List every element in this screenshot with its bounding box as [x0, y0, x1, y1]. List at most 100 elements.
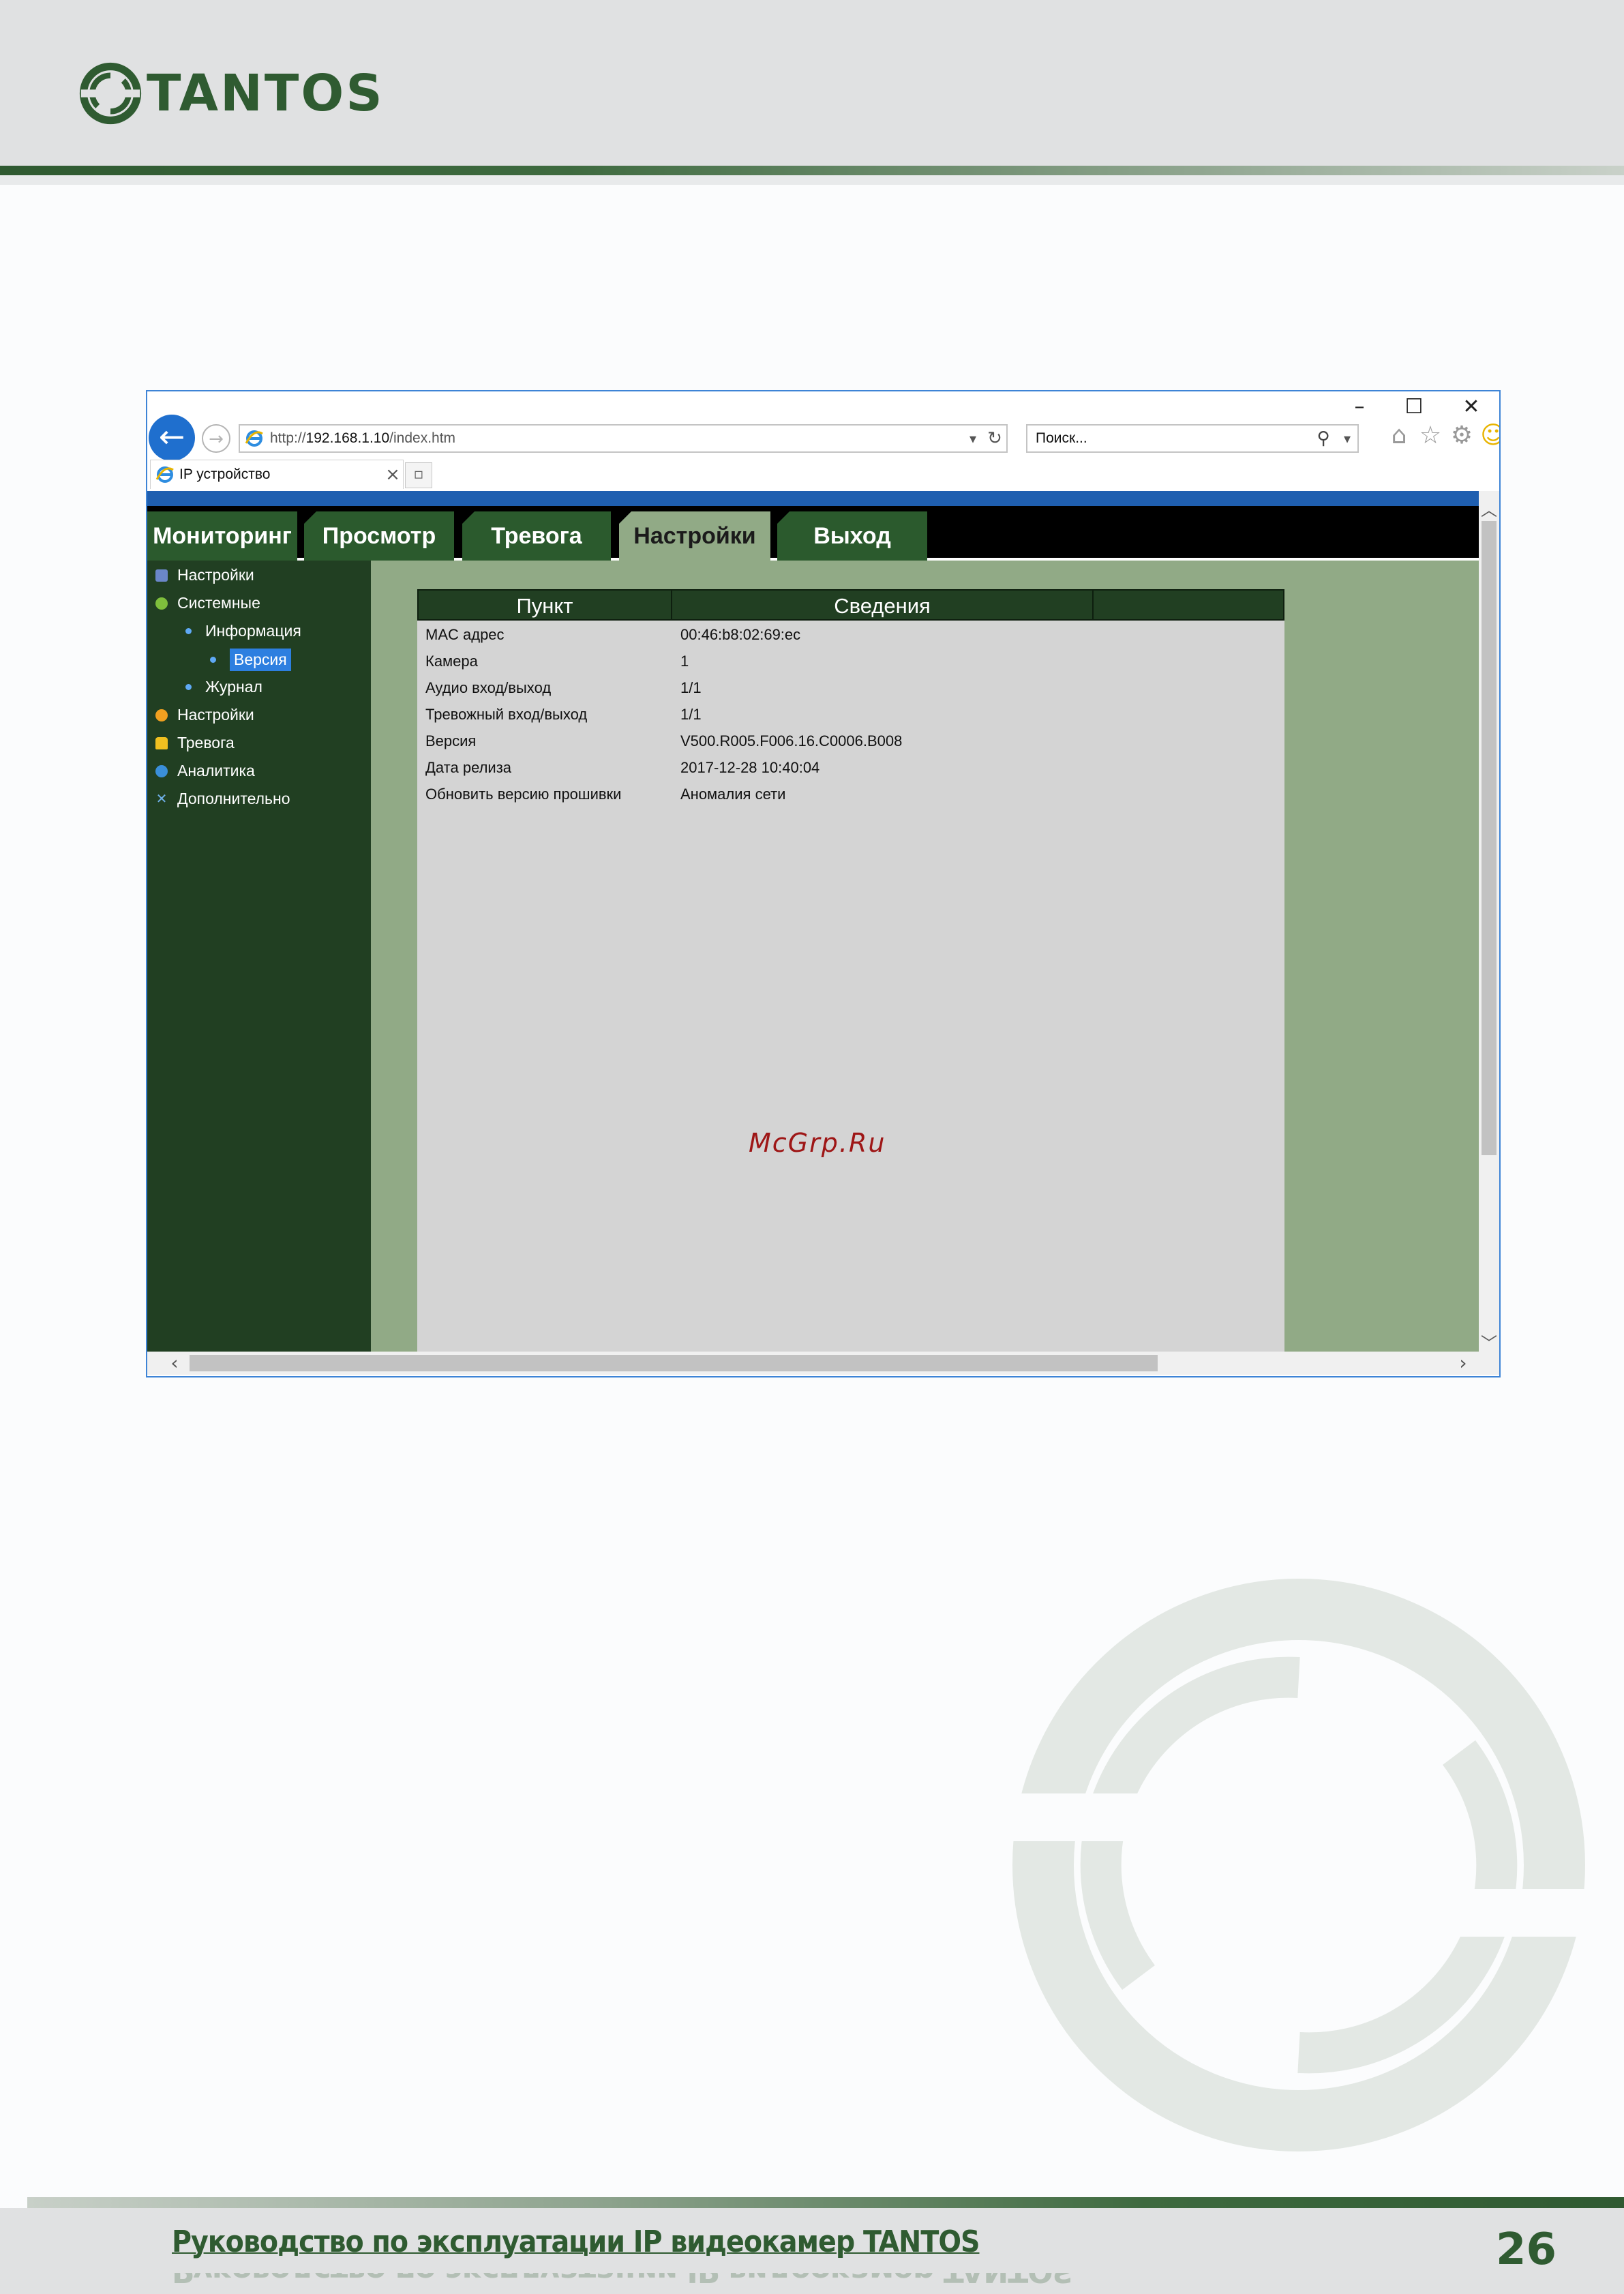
- close-window-icon[interactable]: ✕: [1458, 397, 1485, 417]
- browser-tab[interactable]: IP устройство ×: [150, 460, 404, 489]
- scroll-down-icon[interactable]: ﹀: [1479, 1330, 1499, 1354]
- sidebar-item-label: Дополнительно: [177, 790, 290, 807]
- tab-monitoring-label: Мониторинг: [153, 523, 292, 549]
- table-row-label: MAC адрес: [425, 626, 505, 643]
- sidebar-item-advanced[interactable]: ✕ Дополнительно: [155, 790, 290, 808]
- tools-icon: ✕: [155, 791, 168, 807]
- back-arrow-icon[interactable]: ←: [149, 415, 195, 461]
- watermark-logo-icon: [1002, 1579, 1595, 2151]
- sidebar-item-label: Журнал: [205, 678, 262, 696]
- sidebar-item-system[interactable]: Системные: [155, 594, 260, 612]
- header-stripe-light: [0, 175, 1624, 185]
- table-row-value: 00:46:b8:02:69:ec: [680, 626, 801, 643]
- sidebar-item-alarm[interactable]: Тревога: [155, 734, 235, 752]
- table-row-value: 2017-12-28 10:40:04: [680, 759, 820, 776]
- tantos-logo: TANTOS: [78, 61, 385, 125]
- tab-ie-icon: [155, 466, 174, 483]
- logo-text: TANTOS: [147, 64, 385, 123]
- sidebar-item-version[interactable]: Версия: [210, 649, 291, 671]
- tab-exit-label: Выход: [813, 523, 891, 549]
- sidebar-item-log[interactable]: Журнал: [185, 678, 262, 696]
- search-icon[interactable]: ⚲: [1310, 428, 1337, 449]
- bullet-icon: [210, 657, 216, 663]
- column-header-item: Пункт: [419, 591, 672, 619]
- settings-page-icon: [155, 569, 168, 582]
- horizontal-scroll-thumb[interactable]: [190, 1355, 1158, 1371]
- analytics-icon: [155, 764, 168, 777]
- table-row-value: V500.R005.F006.16.C0006.B008: [680, 732, 903, 749]
- url-host: 192.168.1.10: [305, 430, 390, 446]
- url-prefix: http://: [270, 430, 306, 446]
- table-row-label: Версия: [425, 732, 477, 749]
- tab-monitoring[interactable]: Мониторинг: [147, 511, 297, 561]
- bullet-icon: [185, 684, 192, 690]
- new-tab-icon[interactable]: ▫: [405, 462, 432, 488]
- vertical-scrollbar[interactable]: ︿ ﹀: [1479, 491, 1499, 1354]
- gear-icon[interactable]: ⚙: [1447, 421, 1477, 449]
- sidebar-item-label: Тревога: [177, 734, 235, 751]
- sidebar-item-settings[interactable]: Настройки: [155, 706, 254, 724]
- table-row-label: Тревожный вход/выход: [425, 706, 588, 723]
- table-row-label: Аудио вход/выход: [425, 679, 552, 696]
- scroll-right-icon[interactable]: ›: [1449, 1352, 1477, 1375]
- sidebar-item-settings-page[interactable]: Настройки: [155, 566, 254, 584]
- tab-exit[interactable]: Выход: [777, 511, 927, 561]
- tab-settings-label: Настройки: [633, 523, 756, 549]
- table-row-label: Камера: [425, 653, 478, 670]
- address-bar[interactable]: http://192.168.1.10/index.htm ▾ ↻: [239, 424, 1008, 453]
- url-path: /index.htm: [389, 430, 456, 446]
- minimize-icon[interactable]: –: [1346, 397, 1373, 417]
- column-header-empty: [1094, 591, 1283, 619]
- home-icon[interactable]: ⌂: [1384, 421, 1414, 449]
- maximize-icon[interactable]: ☐: [1400, 397, 1428, 417]
- vertical-scroll-thumb[interactable]: [1482, 521, 1497, 1155]
- sidebar-item-label: Информация: [205, 622, 301, 640]
- sidebar-item-label: Аналитика: [177, 762, 255, 779]
- bell-icon: [155, 736, 168, 749]
- info-icon: [155, 597, 168, 610]
- tantos-logo-icon: [79, 62, 142, 125]
- bullet-icon: [185, 628, 192, 634]
- tab-alarm-label: Тревога: [491, 523, 582, 549]
- forward-arrow-icon[interactable]: →: [202, 424, 230, 453]
- column-header-details: Сведения: [672, 591, 1094, 619]
- app-top-strip: [147, 491, 1479, 506]
- address-text[interactable]: http://192.168.1.10/index.htm: [270, 430, 963, 447]
- gear-icon: [155, 709, 168, 721]
- tab-alarm[interactable]: Тревога: [462, 511, 611, 561]
- table-row-label: Обновить версию прошивки: [425, 786, 622, 803]
- scroll-up-icon[interactable]: ︿: [1479, 496, 1499, 520]
- page-header: TANTOS: [0, 0, 1624, 166]
- page-number: 26: [1496, 2224, 1557, 2275]
- watermark-text: McGrp.Ru: [749, 1128, 886, 1158]
- tab-close-icon[interactable]: ×: [382, 464, 403, 485]
- table-row-value: 1/1: [680, 706, 702, 723]
- refresh-icon[interactable]: ↻: [983, 428, 1006, 449]
- table-row-value: 1/1: [680, 679, 702, 696]
- table-row-value: Аномалия сети: [680, 786, 786, 803]
- tab-settings[interactable]: Настройки: [619, 511, 770, 561]
- sidebar-item-information[interactable]: Информация: [185, 622, 301, 640]
- footer-stripe: [27, 2197, 1624, 2208]
- table-row-value: 1: [680, 653, 689, 670]
- scroll-left-icon[interactable]: ‹: [161, 1352, 188, 1375]
- browser-window: – ☐ ✕ ← → http://192.168.1.10/index.htm …: [146, 390, 1501, 1377]
- tab-view[interactable]: Просмотр: [304, 511, 454, 561]
- smiley-icon[interactable]: ☺: [1478, 421, 1499, 449]
- star-icon[interactable]: ☆: [1415, 421, 1445, 449]
- tab-view-label: Просмотр: [322, 523, 436, 549]
- sidebar-item-label: Системные: [177, 594, 260, 612]
- search-bar[interactable]: Поиск... ⚲ ▾: [1026, 424, 1359, 453]
- table-row-label: Дата релиза: [425, 759, 512, 776]
- table-header: Пункт Сведения: [417, 589, 1284, 621]
- header-stripe: [0, 166, 1624, 175]
- footer-title: Руководство по эксплуатации IP видеокаме…: [172, 2224, 980, 2259]
- horizontal-scrollbar[interactable]: ‹ ›: [147, 1352, 1499, 1375]
- chevron-down-icon[interactable]: ▾: [963, 430, 983, 447]
- ie-icon: [245, 430, 263, 447]
- sidebar-item-analytics[interactable]: Аналитика: [155, 762, 255, 780]
- sidebar-item-label-selected: Версия: [230, 649, 291, 671]
- search-dropdown-icon[interactable]: ▾: [1337, 430, 1357, 447]
- search-input[interactable]: Поиск...: [1036, 430, 1310, 447]
- version-info-panel: Пункт Сведения MAC адрес 00:46:b8:02:69:…: [417, 589, 1284, 1352]
